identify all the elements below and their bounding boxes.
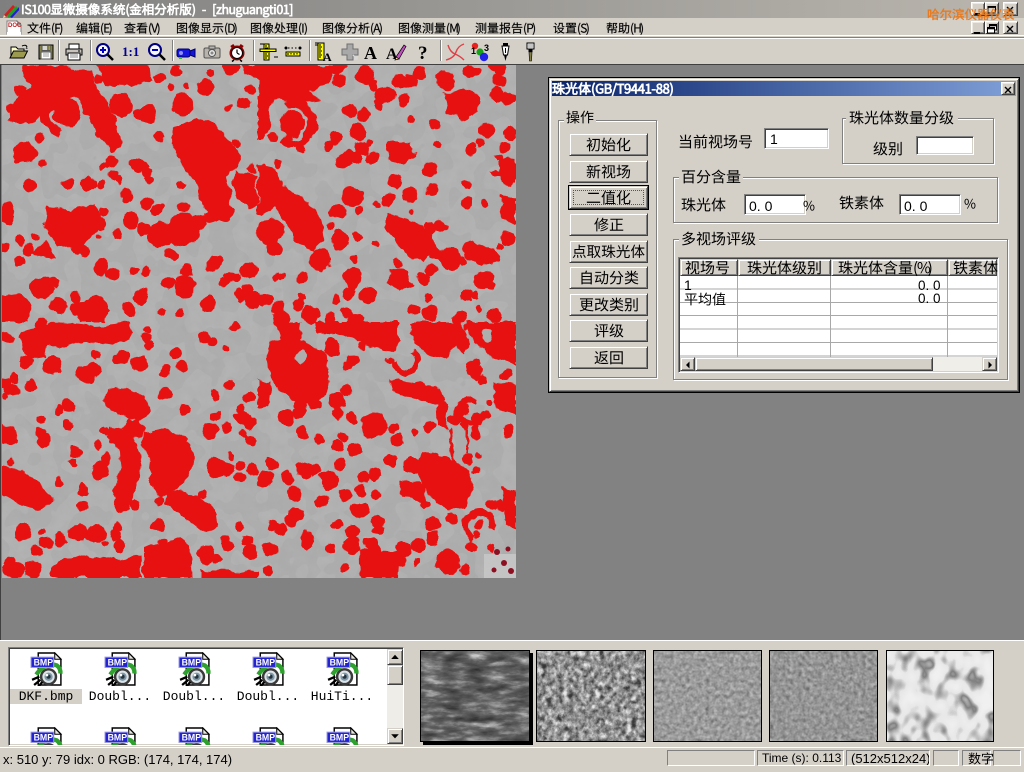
svg-text:A: A bbox=[323, 50, 332, 63]
svg-text:A: A bbox=[364, 43, 377, 63]
svg-text:A: A bbox=[386, 46, 398, 63]
svg-text:?: ? bbox=[418, 43, 428, 63]
svg-text:DOC: DOC bbox=[8, 23, 22, 29]
svg-text:1: 1 bbox=[471, 46, 476, 56]
svg-text:1:1: 1:1 bbox=[122, 44, 139, 59]
svg-text:3: 3 bbox=[484, 43, 489, 53]
